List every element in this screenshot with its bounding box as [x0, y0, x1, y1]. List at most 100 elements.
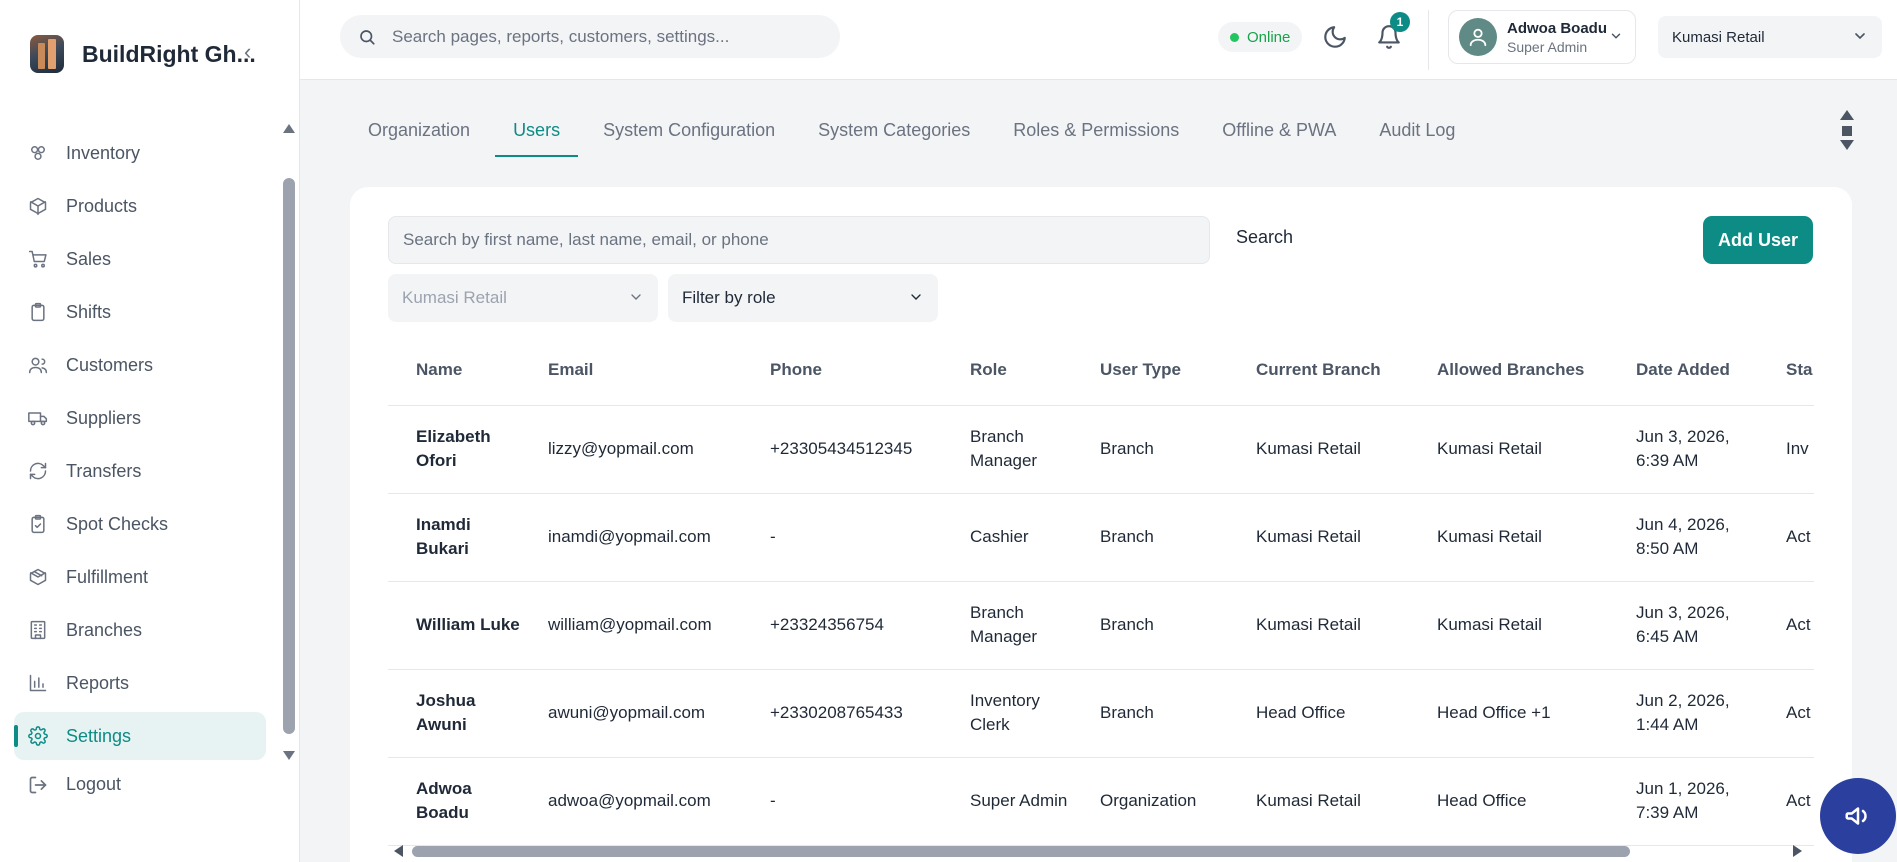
cell-name: Inamdi Bukari [388, 493, 520, 582]
scroll-thumb[interactable] [412, 846, 1630, 857]
table-row[interactable]: William Luke william@yopmail.com +23324356… [388, 581, 1814, 670]
column-header[interactable]: Current Branch [1228, 335, 1409, 406]
cell-user-type: Branch [1072, 669, 1228, 758]
user-role: Super Admin [1507, 38, 1588, 55]
chevron-down-icon [631, 294, 641, 300]
tab-users[interactable]: Users [495, 110, 579, 157]
sidebar-item-sales[interactable]: Sales [14, 235, 266, 283]
role-filter[interactable]: Filter by role [668, 274, 938, 322]
column-header[interactable]: Role [942, 335, 1072, 406]
status-badge: Online [1218, 22, 1303, 52]
sidebar-item-label: Sales [66, 248, 112, 269]
cell-current-branch: Head Office [1228, 669, 1409, 758]
chevron-left-icon[interactable]: ‹ [244, 41, 251, 63]
column-header[interactable]: Allowed Branches [1409, 335, 1608, 406]
scroll-down-icon[interactable] [283, 751, 295, 760]
cell-name: Adwoa Boadu [388, 757, 520, 846]
users-table: Name Email Phone Role User Type Current Branc… [388, 335, 1814, 846]
cell-email: william@yopmail.com [520, 581, 742, 670]
column-header[interactable]: Name [388, 335, 520, 406]
column-header[interactable]: Phone [742, 335, 942, 406]
tab-offline-pwa[interactable]: Offline & PWA [1204, 110, 1354, 156]
branch-filter[interactable]: Kumasi Retail [388, 274, 658, 322]
sidebar-item-suppliers[interactable]: Suppliers [14, 394, 266, 442]
sidebar-item-customers[interactable]: Customers [14, 341, 266, 389]
tab-roles-permissions[interactable]: Roles & Permissions [995, 110, 1197, 156]
sidebar-item-shifts[interactable]: Shifts [14, 288, 266, 336]
tabs-scroll-control[interactable] [1838, 110, 1856, 154]
sidebar-item-label: Customers [66, 354, 154, 375]
scroll-thumb[interactable] [283, 178, 295, 734]
cell-allowed-branches: Kumasi Retail [1409, 493, 1608, 582]
sidebar-item-label: Suppliers [66, 407, 142, 428]
cell-date-added: Jun 1, 2026, 7:39 AM [1608, 757, 1758, 846]
sidebar-item-label: Fulfillment [66, 566, 149, 587]
cell-user-type: Branch [1072, 405, 1228, 494]
column-header[interactable]: User Type [1072, 335, 1228, 406]
scroll-down-icon[interactable] [1840, 140, 1854, 150]
column-header[interactable]: Date Added [1608, 335, 1758, 406]
table-horizontal-scrollbar[interactable] [392, 841, 1804, 861]
global-search-input[interactable] [392, 26, 812, 47]
logout-button[interactable]: Logout [28, 774, 121, 795]
cell-current-branch: Kumasi Retail [1228, 405, 1409, 494]
tab-system-configuration[interactable]: System Configuration [585, 110, 793, 156]
cell-phone: +2330208765433 [742, 669, 942, 758]
products-icon [28, 196, 48, 216]
branch-selector[interactable]: Kumasi Retail [1658, 16, 1882, 58]
header-divider [1428, 10, 1429, 70]
column-header[interactable]: Sta [1758, 335, 1814, 406]
user-search-input[interactable] [388, 216, 1210, 264]
megaphone-icon [1845, 807, 1867, 825]
sidebar-item-settings[interactable]: Settings [14, 712, 266, 760]
sidebar-item-label: Branches [66, 619, 143, 640]
tab-audit-log[interactable]: Audit Log [1361, 110, 1473, 156]
chevron-down-icon [1611, 33, 1621, 39]
user-icon [1469, 28, 1487, 47]
scroll-thumb[interactable] [1842, 126, 1852, 136]
user-menu[interactable]: Adwoa Boadu Super Admin [1448, 10, 1636, 64]
search-button[interactable]: Search [1236, 227, 1293, 248]
table-row[interactable]: Joshua Awuni awuni@yopmail.com +2330208765… [388, 669, 1814, 758]
sidebar-item-branches[interactable]: Branches [14, 606, 266, 654]
scroll-right-icon[interactable] [1793, 845, 1802, 857]
sidebar-item-spot-checks[interactable]: Spot Checks [14, 500, 266, 548]
scroll-left-icon[interactable] [394, 845, 403, 857]
chevron-down-icon [911, 294, 921, 300]
sidebar-item-transfers[interactable]: Transfers [14, 447, 266, 495]
tab-system-categories[interactable]: System Categories [800, 110, 988, 156]
cell-status: Act [1758, 757, 1814, 846]
sidebar-item-label: Shifts [66, 301, 112, 322]
sidebar-item-reports[interactable]: Reports [14, 659, 266, 707]
cell-current-branch: Kumasi Retail [1228, 757, 1409, 846]
sidebar-item-fulfillment[interactable]: Fulfillment [14, 553, 266, 601]
bar-chart-icon [28, 673, 48, 693]
sidebar-scrollbar[interactable] [282, 124, 296, 760]
table-row[interactable]: Inamdi Bukari inamdi@yopmail.com - Cashier B… [388, 493, 1814, 582]
table-row[interactable]: Adwoa Boadu adwoa@yopmail.com - Super Admin… [388, 757, 1814, 846]
global-search[interactable] [340, 15, 840, 58]
users-table-body: Elizabeth Ofori lizzy@yopmail.com +2330543… [388, 405, 1814, 846]
table-row[interactable]: Elizabeth Ofori lizzy@yopmail.com +2330543… [388, 405, 1814, 494]
brand-name: BuildRight Gh... [82, 40, 256, 67]
cell-allowed-branches: Head Office [1409, 757, 1608, 846]
sidebar-item-inventory[interactable]: Inventory [14, 129, 266, 177]
moon-icon[interactable] [1322, 24, 1348, 50]
users-card: Search Add User Kumasi Retail Filter by … [350, 187, 1852, 862]
add-user-button[interactable]: Add User [1703, 216, 1813, 264]
tab-organization[interactable]: Organization [350, 110, 488, 156]
cell-user-type: Organization [1072, 757, 1228, 846]
cell-date-added: Jun 3, 2026, 6:45 AM [1608, 581, 1758, 670]
cell-email: awuni@yopmail.com [520, 669, 742, 758]
scroll-up-icon[interactable] [283, 124, 295, 133]
cell-current-branch: Kumasi Retail [1228, 493, 1409, 582]
brand[interactable]: BuildRight Gh... [30, 34, 256, 74]
column-header[interactable]: Email [520, 335, 742, 406]
feedback-button[interactable] [1820, 778, 1896, 854]
scroll-up-icon[interactable] [1840, 110, 1854, 120]
sidebar-item-products[interactable]: Products [14, 182, 266, 230]
brand-logo [30, 35, 64, 73]
branch-filter-value: Kumasi Retail [402, 288, 507, 307]
cell-email: lizzy@yopmail.com [520, 405, 742, 494]
gear-icon [28, 726, 48, 746]
